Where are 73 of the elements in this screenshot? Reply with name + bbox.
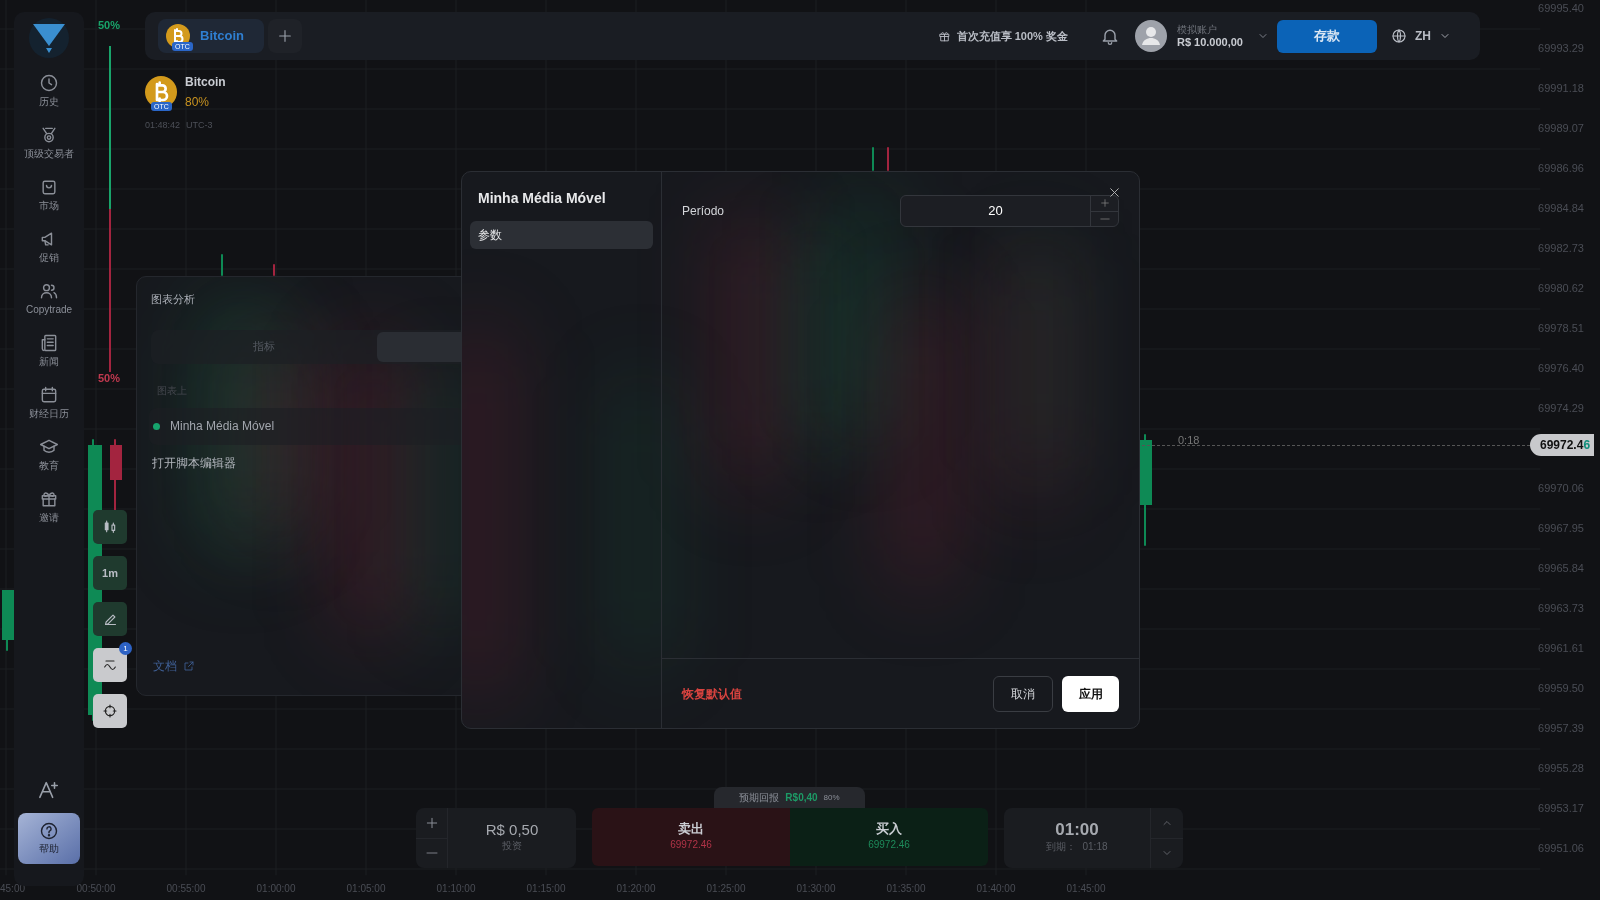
time-label: 45:00 <box>0 883 26 894</box>
dialog-tab[interactable]: 参数 <box>470 221 653 249</box>
price-label: 69970.06 <box>1538 481 1584 496</box>
dialog-title: Minha Média Móvel <box>478 189 607 208</box>
sidebar-item[interactable]: 市场 <box>16 169 82 221</box>
asset-tab-label: Bitcoin <box>200 27 246 46</box>
apply-button[interactable]: 应用 <box>1062 675 1119 712</box>
sidebar-item[interactable]: Copytrade <box>16 273 82 325</box>
timezone-label: UTC-3 <box>186 119 213 132</box>
price-label: 69953.17 <box>1538 801 1584 816</box>
time-label: 01:45:00 <box>1066 883 1106 894</box>
price-label: 69955.28 <box>1538 761 1584 776</box>
sidebar-item[interactable]: 促销 <box>16 221 82 273</box>
field-label: Período <box>682 203 725 220</box>
bearish-percent: 50% <box>98 371 121 386</box>
time-label: 01:20:00 <box>616 883 656 894</box>
price-label: 69961.61 <box>1538 641 1584 656</box>
expiry-time: 01:18 <box>1082 840 1108 854</box>
price-label: 69951.06 <box>1538 841 1584 856</box>
promo-link[interactable]: 首次充值享 100% 奖金 <box>937 27 1068 45</box>
price-label: 69963.73 <box>1538 601 1584 616</box>
sidebar-item[interactable]: 顶级交易者 <box>16 117 82 169</box>
payout-badge: 预期回报 R$0,40 80% <box>714 787 865 808</box>
time-label: 01:25:00 <box>706 883 746 894</box>
price-label: 69982.73 <box>1538 241 1584 256</box>
account-dropdown[interactable]: 模拟账户 R$ 10.000,00 <box>1176 23 1269 49</box>
time-label: 01:35:00 <box>886 883 926 894</box>
price-label: 69959.50 <box>1538 681 1584 696</box>
clock-time: 01:48:42 <box>145 119 181 132</box>
number-field[interactable]: 20 <box>900 195 1119 227</box>
time-label: 01:10:00 <box>436 883 476 894</box>
time-label: 00:55:00 <box>166 883 206 894</box>
language-selector[interactable]: ZH <box>1391 27 1451 45</box>
amount-value: R$ 0,50 <box>485 822 539 838</box>
price-label: 69965.84 <box>1538 561 1584 576</box>
price-label: 69984.84 <box>1538 201 1584 216</box>
time-label: 00:50:00 <box>76 883 116 894</box>
amount-label: 投资 <box>502 839 522 853</box>
bullish-percent: 50% <box>98 18 121 33</box>
timeframe-button[interactable]: 1m <box>93 556 127 590</box>
price-label: 69957.39 <box>1538 721 1584 736</box>
sidebar-item[interactable]: 邀请 <box>16 481 82 533</box>
price-label: 69967.95 <box>1538 521 1584 536</box>
sidebar-item[interactable]: 财经日历 <box>16 377 82 429</box>
price-label: 69995.40 <box>1538 1 1584 16</box>
time-label: 01:05:00 <box>346 883 386 894</box>
reset-defaults-link[interactable]: 恢复默认值 <box>682 684 742 703</box>
price-label: 69993.29 <box>1538 41 1584 56</box>
sidebar-item[interactable]: 教育 <box>16 429 82 481</box>
price-label: 69986.96 <box>1538 161 1584 176</box>
help-button[interactable]: 帮助 <box>18 813 80 864</box>
buy-button[interactable]: 买入 69972.46 <box>790 808 988 866</box>
time-label: 01:40:00 <box>976 883 1016 894</box>
price-label: 69976.40 <box>1538 361 1584 376</box>
deposit-button[interactable]: 存款 <box>1277 19 1377 53</box>
price-label: 69978.51 <box>1538 321 1584 336</box>
time-label: 01:15:00 <box>526 883 566 894</box>
price-label: 69980.62 <box>1538 281 1584 296</box>
panel-title: 图表分析 <box>151 292 196 307</box>
time-label: 01:30:00 <box>796 883 836 894</box>
sidebar-item[interactable]: 新闻 <box>16 325 82 377</box>
duration-value: 01:00 <box>1055 821 1099 838</box>
asset-name: Bitcoin <box>185 74 226 91</box>
sell-button[interactable]: 卖出 69972.46 <box>592 808 790 866</box>
payout-percent: 80% <box>185 94 211 111</box>
sidebar-item[interactable]: 历史 <box>16 65 82 117</box>
cancel-button[interactable]: 取消 <box>993 675 1053 712</box>
price-label: 69974.29 <box>1538 401 1584 416</box>
price-label: 69989.07 <box>1538 121 1584 136</box>
countdown-timer: 0:18 <box>1178 433 1200 448</box>
count-badge: 1 <box>119 642 132 655</box>
price-tag: 69972.46 <box>1530 434 1595 456</box>
price-label: 69991.18 <box>1538 81 1584 96</box>
